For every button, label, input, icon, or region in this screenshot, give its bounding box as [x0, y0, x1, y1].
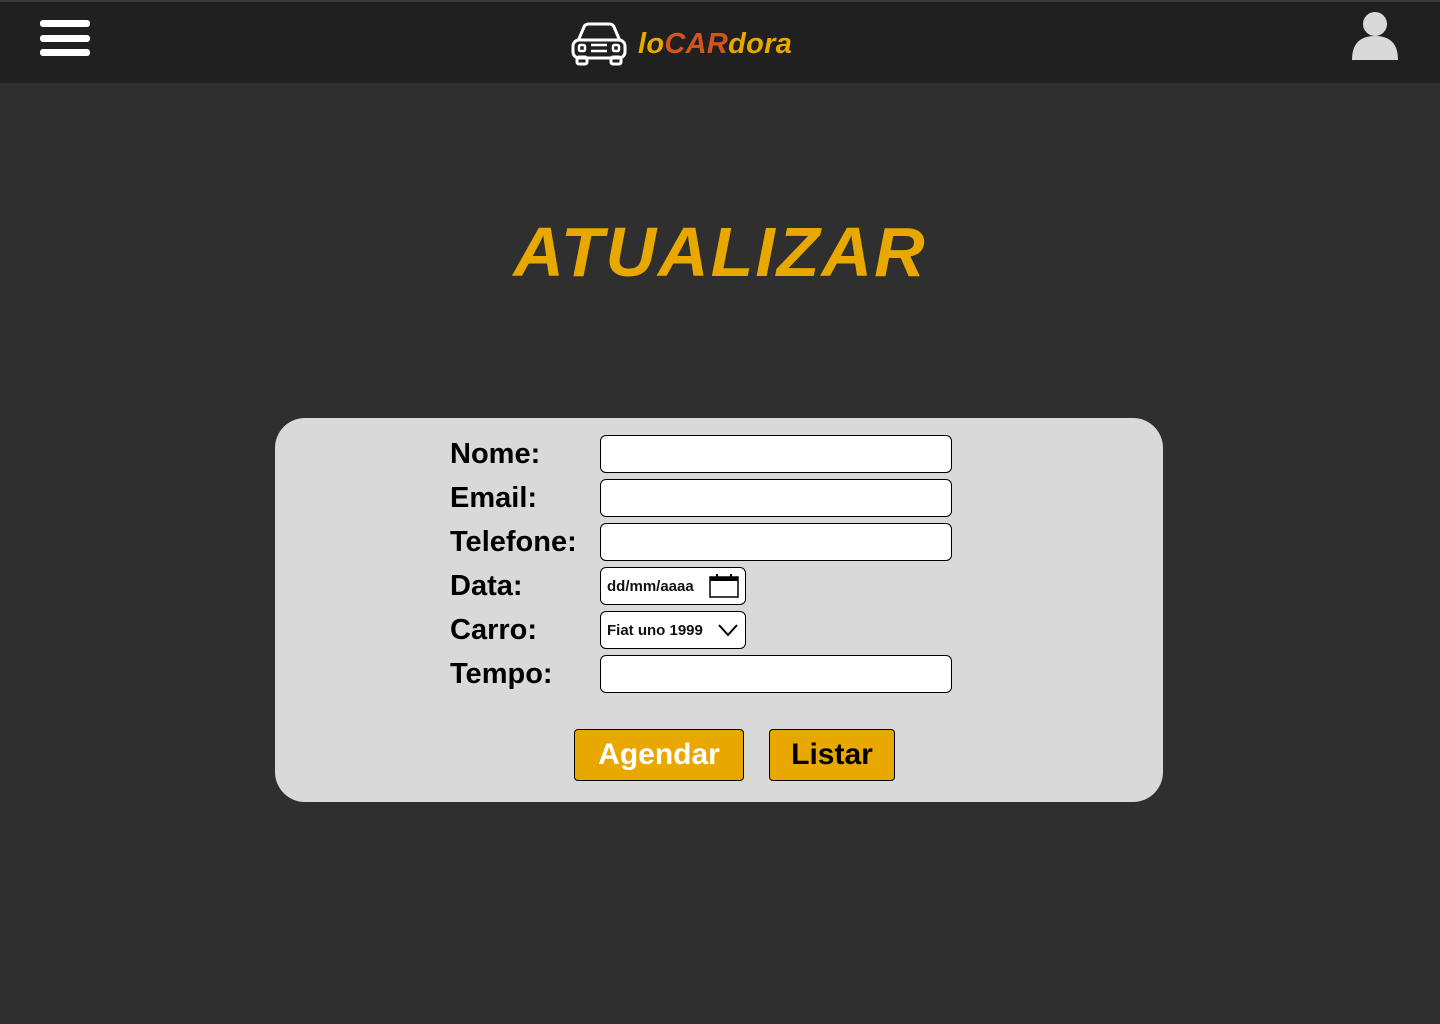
data-label: Data: — [450, 569, 523, 602]
email-label: Email: — [450, 481, 538, 514]
calendar-icon[interactable] — [709, 574, 739, 598]
carro-label: Carro: — [450, 613, 538, 646]
nome-row: Nome: — [450, 435, 952, 473]
telefone-input[interactable] — [600, 523, 952, 561]
brand-logo[interactable]: loCARdora — [570, 20, 792, 68]
form-card: Nome: Email: Telefone: Data: dd/mm/aaaa … — [275, 418, 1163, 802]
tempo-label: Tempo: — [450, 657, 553, 690]
nome-input[interactable] — [600, 435, 952, 473]
date-input[interactable]: dd/mm/aaaa — [600, 567, 746, 605]
car-icon — [571, 22, 627, 66]
telefone-label: Telefone: — [450, 525, 577, 558]
date-placeholder: dd/mm/aaaa — [607, 577, 694, 595]
listar-button[interactable]: Listar — [769, 729, 895, 781]
carro-select[interactable]: Fiat uno 1999 — [600, 611, 746, 649]
email-row: Email: — [450, 479, 952, 517]
form-actions: Agendar Listar — [574, 729, 895, 781]
agendar-button[interactable]: Agendar — [574, 729, 744, 781]
tempo-row: Tempo: — [450, 655, 952, 693]
chevron-down-icon — [718, 624, 738, 637]
top-navbar: loCARdora — [0, 0, 1440, 83]
carro-selected-value: Fiat uno 1999 — [607, 621, 703, 639]
nome-label: Nome: — [450, 437, 541, 470]
email-input[interactable] — [600, 479, 952, 517]
page-title: ATUALIZAR — [513, 213, 927, 291]
brand-name: loCARdora — [638, 27, 793, 60]
tempo-input[interactable] — [600, 655, 952, 693]
user-avatar-icon[interactable] — [1348, 10, 1402, 64]
hamburger-menu-icon[interactable] — [40, 18, 90, 58]
telefone-row: Telefone: — [450, 523, 952, 561]
data-row: Data: dd/mm/aaaa — [450, 567, 746, 605]
carro-row: Carro: Fiat uno 1999 — [450, 611, 746, 649]
